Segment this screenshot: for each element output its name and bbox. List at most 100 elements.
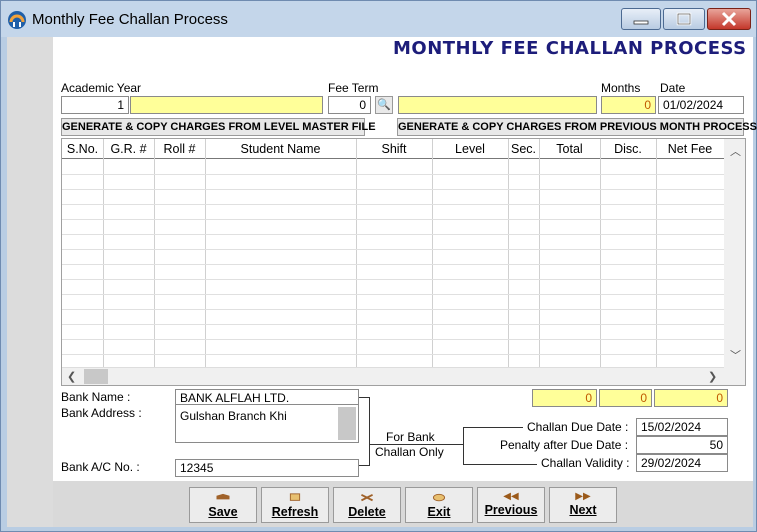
next-icon: ▶▶ (575, 491, 591, 502)
fee-term-label: Fee Term (328, 81, 379, 95)
horizontal-scrollbar[interactable]: ❮ ❯ (62, 367, 724, 385)
save-label: Save (208, 505, 238, 519)
save-icon (216, 493, 230, 500)
months-label: Months (601, 81, 641, 95)
refresh-button[interactable]: Refresh (261, 487, 329, 523)
bank-account-input[interactable]: 12345 (175, 459, 359, 477)
months-input[interactable]: 0 (601, 96, 656, 114)
col-level[interactable]: Level (432, 142, 508, 156)
col-disc[interactable]: Disc. (600, 142, 656, 156)
scroll-left-icon[interactable]: ❮ (67, 370, 76, 383)
bank-note-line1: For Bank (386, 430, 435, 444)
bank-bracket-top (359, 397, 370, 398)
previous-label: Previous (484, 503, 538, 517)
grid-row-divider (62, 204, 724, 205)
penalty-input[interactable]: 50 (636, 436, 728, 454)
grid-row-divider (62, 309, 724, 310)
challan-validity-input[interactable]: 29/02/2024 (636, 454, 728, 472)
grid-row-divider (62, 354, 724, 355)
grid-row-divider (62, 249, 724, 250)
toolbar-area (53, 481, 753, 527)
academic-year-label: Academic Year (61, 81, 142, 95)
generate-from-previous-button[interactable]: GENERATE & COPY CHARGES FROM PREVIOUS MO… (397, 118, 757, 136)
exit-button[interactable]: Exit (405, 487, 473, 523)
grid-header: S.No. G.R. # Roll # Student Name Shift L… (62, 139, 724, 159)
fee-term-description (398, 96, 597, 114)
previous-icon: ◀◀ (503, 491, 519, 502)
horizontal-scroll-thumb[interactable] (84, 369, 108, 384)
minimize-icon (633, 20, 649, 25)
search-icon: 🔍 (377, 99, 391, 111)
minimize-button[interactable] (621, 8, 661, 30)
left-panel (7, 37, 53, 527)
delete-button[interactable]: Delete (333, 487, 401, 523)
maximize-icon (676, 12, 692, 26)
academic-year-input[interactable]: 1 (61, 96, 129, 114)
bank-name-label: Bank Name : (61, 390, 131, 404)
col-shift[interactable]: Shift (356, 142, 432, 156)
col-total[interactable]: Total (539, 142, 600, 156)
col-gr[interactable]: G.R. # (103, 142, 154, 156)
refresh-icon (289, 493, 301, 501)
grid-row-divider (62, 174, 724, 175)
fee-term-input[interactable]: 0 (328, 96, 371, 114)
scrollbar-corner (724, 367, 745, 385)
penalty-label: Penalty after Due Date : (500, 438, 629, 452)
challan-due-date-label: Challan Due Date : (527, 420, 629, 434)
challan-bracket-top (463, 427, 523, 428)
delete-label: Delete (348, 505, 386, 519)
col-sno[interactable]: S.No. (62, 142, 103, 156)
col-roll[interactable]: Roll # (154, 142, 205, 156)
save-button[interactable]: Save (189, 487, 257, 523)
students-grid[interactable]: S.No. G.R. # Roll # Student Name Shift L… (61, 138, 746, 386)
grid-row-divider (62, 324, 724, 325)
scroll-right-icon[interactable]: ❯ (708, 370, 717, 383)
challan-validity-label: Challan Validity : (541, 456, 630, 470)
bank-bracket-bottom (359, 465, 370, 466)
grid-row-divider (62, 264, 724, 265)
bank-address-label: Bank Address : (61, 406, 142, 420)
bank-address-input[interactable]: Gulshan Branch Khi (175, 404, 359, 443)
title-bar[interactable]: Monthly Fee Challan Process (1, 1, 756, 37)
bank-note-connector (369, 444, 464, 445)
col-sec[interactable]: Sec. (508, 142, 539, 156)
scroll-down-icon[interactable]: ﹀ (730, 347, 741, 363)
next-label: Next (569, 503, 597, 517)
vertical-scrollbar[interactable]: ︿ ﹀ (724, 139, 745, 367)
generate-from-level-button[interactable]: GENERATE & COPY CHARGES FROM LEVEL MASTE… (61, 118, 376, 136)
net-fee-sum: 0 (654, 389, 728, 407)
previous-button[interactable]: ◀◀ Previous (477, 487, 545, 523)
total-sum: 0 (532, 389, 597, 407)
academic-year-description (130, 96, 323, 114)
delete-icon (361, 493, 373, 502)
grid-row-divider (62, 339, 724, 340)
maximize-button[interactable] (663, 8, 705, 30)
app-icon (8, 11, 26, 29)
grid-row-divider (62, 189, 724, 190)
grid-row-divider (62, 279, 724, 280)
scroll-up-icon[interactable]: ︿ (730, 143, 741, 159)
discount-sum: 0 (599, 389, 652, 407)
next-button[interactable]: ▶▶ Next (549, 487, 617, 523)
close-button[interactable] (707, 8, 751, 30)
exit-icon (432, 493, 446, 502)
date-label: Date (660, 81, 686, 95)
window-title: Monthly Fee Challan Process (32, 11, 228, 28)
challan-due-date-input[interactable]: 15/02/2024 (636, 418, 728, 436)
address-scroll-thumb[interactable] (338, 407, 356, 440)
challan-bracket (463, 427, 464, 464)
bank-address-text: Gulshan Branch Khi (180, 409, 287, 423)
exit-label: Exit (427, 505, 451, 519)
col-student-name[interactable]: Student Name (205, 142, 356, 156)
bank-bracket (369, 397, 370, 465)
bank-note-line2: Challan Only (375, 445, 444, 459)
grid-row-divider (62, 234, 724, 235)
refresh-label: Refresh (271, 505, 319, 519)
form-heading: MONTHLY FEE CHALLAN PROCESS (393, 38, 747, 59)
col-net-fee[interactable]: Net Fee (656, 142, 724, 156)
challan-bracket-bottom (463, 464, 537, 465)
grid-row-divider (62, 294, 724, 295)
fee-term-lookup-button[interactable]: 🔍 (375, 96, 393, 114)
date-input[interactable]: 01/02/2024 (658, 96, 744, 114)
bank-account-label: Bank A/C No. : (61, 460, 140, 474)
